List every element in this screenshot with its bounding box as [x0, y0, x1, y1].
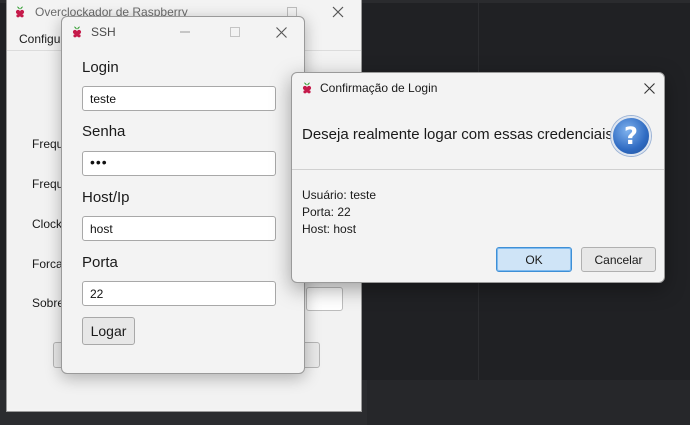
cancel-button[interactable]: Cancelar: [581, 247, 656, 272]
raspberry-icon: [15, 6, 25, 18]
ssh-window-title: SSH: [91, 25, 116, 39]
question-icon: ?: [611, 116, 651, 156]
overvolt-field[interactable]: [306, 287, 343, 311]
clock-label: Clock: [32, 217, 63, 231]
ok-button[interactable]: OK: [496, 247, 572, 272]
raspberry-icon: [302, 82, 312, 94]
minimize-icon[interactable]: [170, 21, 200, 43]
close-icon[interactable]: [323, 1, 353, 23]
maximize-icon[interactable]: [220, 21, 250, 43]
senha-label: Senha: [82, 123, 126, 140]
dialog-host-detail: Host: host: [302, 222, 357, 236]
frequency-label-1: Frequ: [32, 137, 64, 151]
ssh-window: SSH Login teste Senha ••• Host/Ip host P…: [61, 16, 305, 374]
frequency-label-2: Frequ: [32, 177, 64, 191]
password-field[interactable]: •••: [82, 151, 276, 176]
close-icon[interactable]: [266, 21, 296, 43]
raspberry-icon: [72, 26, 82, 38]
porta-label: Porta: [82, 254, 118, 271]
login-label: Login: [82, 59, 119, 76]
port-field[interactable]: 22: [82, 281, 276, 306]
desktop-bottom-right-panel: [367, 380, 690, 425]
confirm-login-dialog: Confirmação de Login Deseja realmente lo…: [291, 72, 665, 283]
logar-button[interactable]: Logar: [82, 317, 135, 345]
menu-configuracoes[interactable]: Configu: [19, 32, 60, 46]
login-field[interactable]: teste: [82, 86, 276, 111]
host-label: Host/Ip: [82, 189, 130, 206]
overvolt-label: Sobre: [32, 296, 65, 310]
dialog-user-detail: Usuário: teste: [302, 188, 377, 202]
dialog-title: Confirmação de Login: [320, 81, 438, 95]
dialog-header: Deseja realmente logar com essas credenc…: [292, 103, 664, 170]
dialog-question: Deseja realmente logar com essas credenc…: [302, 126, 622, 143]
close-icon[interactable]: [634, 77, 664, 99]
dialog-port-detail: Porta: 22: [302, 205, 351, 219]
host-field[interactable]: host: [82, 216, 276, 241]
